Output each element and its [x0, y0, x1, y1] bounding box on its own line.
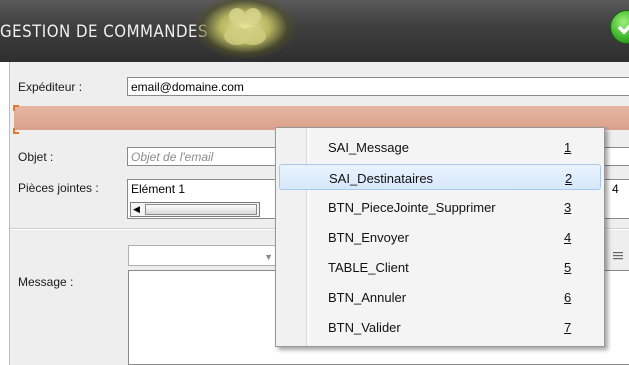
menu-item-btn-envoyer[interactable]: BTN_Envoyer 4 — [279, 224, 601, 250]
title-bar: GESTION DE COMMANDES — [0, 0, 629, 62]
menu-item-shortcut: 4 — [564, 230, 572, 245]
menu-item-label: BTN_Envoyer — [328, 230, 409, 245]
menu-item-shortcut: 5 — [564, 260, 572, 275]
menu-item-label: BTN_PieceJointe_Supprimer — [328, 200, 496, 215]
selection-corner-bottom — [13, 128, 19, 134]
menu-item-label: SAI_Message — [328, 140, 409, 155]
scroll-left-icon[interactable]: ◀ — [133, 204, 140, 215]
attachments-label: Pièces jointes : — [18, 181, 99, 195]
message-label: Message : — [18, 275, 74, 289]
check-icon[interactable] — [610, 10, 629, 44]
menu-item-sai-destinataires[interactable]: SAI_Destinataires 2 — [279, 164, 601, 190]
scrollbar-thumb[interactable] — [145, 204, 257, 215]
font-select[interactable]: ▼ — [128, 245, 278, 266]
menu-item-sai-message[interactable]: SAI_Message 1 — [279, 134, 601, 160]
menu-item-label: SAI_Destinataires — [329, 171, 434, 186]
context-menu: SAI_Message 1 SAI_Destinataires 2 BTN_Pi… — [275, 127, 605, 347]
users-logo-icon — [195, 0, 295, 58]
menu-item-btn-annuler[interactable]: BTN_Annuler 6 — [279, 284, 601, 310]
menu-item-shortcut: 3 — [564, 200, 572, 215]
chevron-down-icon[interactable]: ▼ — [264, 252, 273, 262]
horizontal-scrollbar[interactable]: ◀ — [130, 202, 260, 217]
menu-item-label: BTN_Annuler — [328, 290, 407, 305]
menu-item-shortcut: 1 — [564, 140, 572, 155]
align-justify-icon[interactable] — [613, 251, 623, 261]
window-title: GESTION DE COMMANDES — [0, 20, 208, 42]
menu-item-btn-valider[interactable]: BTN_Valider 7 — [279, 314, 601, 340]
menu-item-btn-piecejointe-supprimer[interactable]: BTN_PieceJointe_Supprimer 3 — [279, 194, 601, 220]
subject-label: Objet : — [18, 150, 54, 164]
menu-item-table-client[interactable]: TABLE_Client 5 — [279, 254, 601, 280]
sender-label: Expéditeur : — [18, 80, 83, 94]
attachment-item[interactable]: Elément 1 — [131, 182, 185, 196]
selection-corner-top — [13, 105, 19, 111]
menu-item-shortcut: 2 — [565, 171, 573, 186]
sender-field[interactable]: email@domaine.com — [127, 77, 629, 96]
menu-item-label: TABLE_Client — [328, 260, 409, 275]
menu-item-label: BTN_Valider — [328, 320, 401, 335]
menu-item-shortcut: 6 — [564, 290, 572, 305]
menu-item-shortcut: 7 — [564, 320, 572, 335]
attachment-column-tail: 4 — [612, 182, 619, 196]
